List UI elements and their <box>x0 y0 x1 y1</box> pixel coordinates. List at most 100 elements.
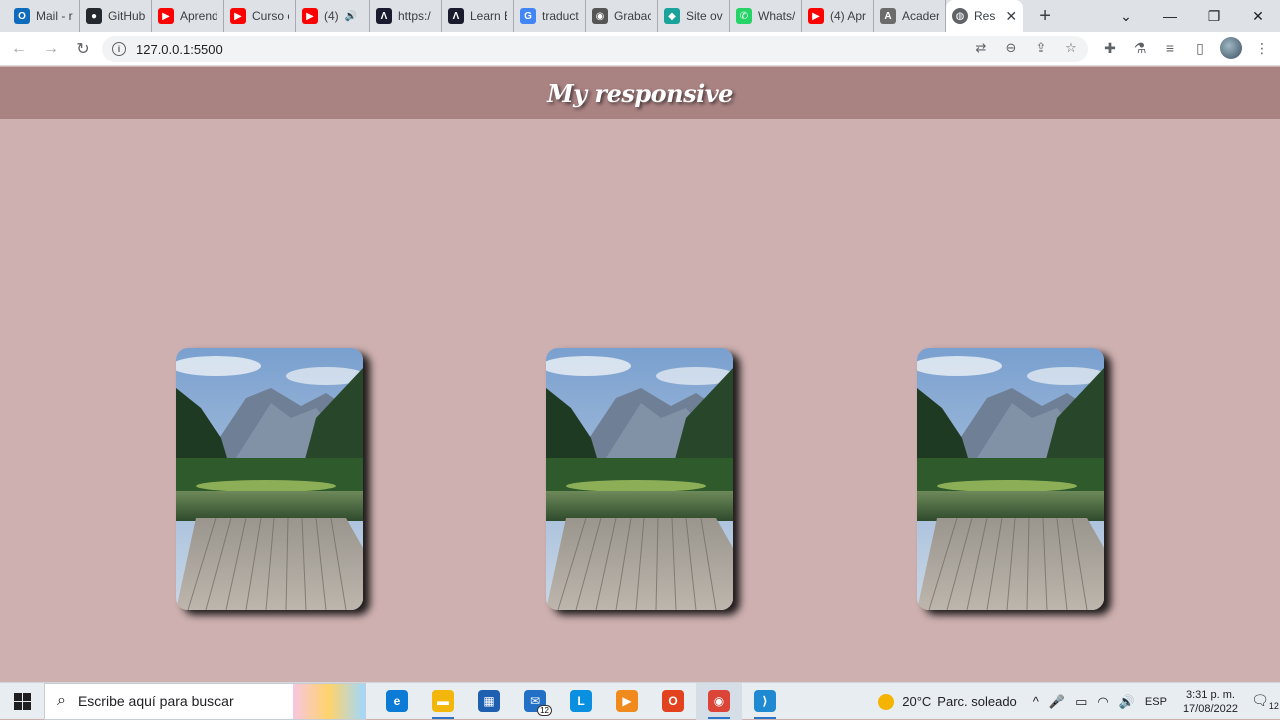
site-info-icon[interactable]: i <box>112 42 126 56</box>
new-tab-button[interactable]: + <box>1031 2 1059 30</box>
volume-icon[interactable]: 🔊 <box>1119 694 1135 710</box>
tab-title: Res <box>974 9 996 23</box>
tab-3[interactable]: ▶ Aprend <box>152 0 224 32</box>
tab-4[interactable]: ▶ Curso c <box>224 0 296 32</box>
toolbar-actions: ✚ ⚗ ≡ ▯ ⋮ <box>1100 37 1272 59</box>
tab-7[interactable]: Λ Learn E <box>442 0 514 32</box>
office-taskbar-button[interactable]: O <box>650 683 696 720</box>
page-title: My responsive <box>547 78 733 108</box>
clock-time: 3:31 p. m. <box>1186 688 1235 701</box>
edge-icon: e <box>386 690 408 712</box>
diamond-icon: ◆ <box>664 8 680 24</box>
reading-list-icon[interactable]: ≡ <box>1160 40 1180 56</box>
audio-playing-icon[interactable]: 🔊 <box>345 11 357 22</box>
l-app-icon: L <box>570 690 592 712</box>
tab-13[interactable]: A Acader <box>874 0 946 32</box>
address-bar[interactable]: i 127.0.0.1:5500 ⇄ ⊖ ⇪ ☆ <box>102 36 1088 62</box>
tab-title: https:/ <box>398 9 431 23</box>
tab-active[interactable]: ◍ Res ✕ <box>946 0 1024 32</box>
share-icon[interactable]: ⇪ <box>1032 40 1050 56</box>
tab-title: Site ov <box>686 9 723 23</box>
youtube-icon: ▶ <box>230 8 246 24</box>
tab-5[interactable]: ▶ (4) 🔊 <box>296 0 370 32</box>
edge-taskbar-button[interactable]: e <box>374 683 420 720</box>
side-panel-icon[interactable]: ▯ <box>1190 40 1210 57</box>
microphone-icon[interactable]: 🎤 <box>1049 694 1065 710</box>
search-placeholder: Escribe aquí para buscar <box>77 693 234 709</box>
github-icon: ● <box>86 8 102 24</box>
browser-toolbar: ← → ↻ i 127.0.0.1:5500 ⇄ ⊖ ⇪ ☆ ✚ ⚗ ≡ ▯ ⋮ <box>0 32 1280 66</box>
zoom-icon[interactable]: ⊖ <box>1002 40 1020 56</box>
minimize-icon[interactable]: — <box>1148 8 1192 24</box>
back-icon[interactable]: ← <box>4 40 34 58</box>
store-taskbar-button[interactable]: ▦ <box>466 683 512 720</box>
forward-icon[interactable]: → <box>36 40 66 58</box>
weather-widget[interactable]: 20°C Parc. soleado <box>878 693 1017 710</box>
tab-title: Aprend <box>180 9 217 23</box>
tab-1[interactable]: O Mail - r <box>8 0 80 32</box>
presentation-taskbar-button[interactable]: ▶ <box>604 683 650 720</box>
presentation-icon: ▶ <box>616 690 638 712</box>
star-icon[interactable]: ☆ <box>1062 40 1080 56</box>
start-button[interactable] <box>0 692 44 710</box>
tab-9[interactable]: ◉ Grabac <box>586 0 658 32</box>
codely-icon: Λ <box>448 8 464 24</box>
web-page: My responsive <box>0 67 1280 682</box>
chrome-taskbar-button[interactable]: ◉ <box>696 682 742 720</box>
search-icon: ⌕ <box>57 692 66 709</box>
tab-title: Acader <box>902 9 939 23</box>
chrome-icon: ◉ <box>708 690 730 712</box>
tab-title: Whats/ <box>758 9 795 23</box>
tab-11[interactable]: ✆ Whats/ <box>730 0 802 32</box>
landscape-card-2 <box>546 348 733 610</box>
search-highlight-image[interactable] <box>293 683 365 719</box>
system-tray: 20°C Parc. soleado ^ 🎤 ▭ ◠ 🔊 ESP 3:31 p. m. … <box>878 683 1280 720</box>
academy-icon: A <box>880 8 896 24</box>
reload-icon[interactable]: ↻ <box>68 39 98 59</box>
l-app-taskbar-button[interactable]: L <box>558 683 604 720</box>
taskbar-search[interactable]: ⌕ Escribe aquí para buscar <box>44 682 366 720</box>
menu-icon[interactable]: ⋮ <box>1252 40 1272 57</box>
battery-icon[interactable]: ▭ <box>1075 694 1087 710</box>
youtube-icon: ▶ <box>808 8 824 24</box>
clock-date: 17/08/2022 <box>1182 702 1238 715</box>
tab-title: Learn E <box>470 9 507 23</box>
vscode-icon: ⟩ <box>754 690 776 712</box>
landscape-card-1 <box>176 348 363 610</box>
address-url[interactable]: 127.0.0.1:5500 <box>136 42 223 57</box>
globe-icon: ◍ <box>952 8 968 24</box>
youtube-icon: ▶ <box>302 8 318 24</box>
tab-2[interactable]: ● GitHub <box>80 0 152 32</box>
taskbar-apps: e ▬ ▦ ✉ 12 L ▶ O ◉ ⟩ <box>374 682 788 720</box>
weather-temp: 20°C <box>902 694 932 709</box>
tab-8[interactable]: Gtraduct <box>514 0 586 32</box>
close-window-icon[interactable]: ✕ <box>1236 8 1280 25</box>
tab-12[interactable]: ▶ (4) Apr <box>802 0 874 32</box>
camera-icon: ◉ <box>592 8 608 24</box>
close-tab-icon[interactable]: ✕ <box>1005 8 1017 25</box>
language-indicator[interactable]: ESP <box>1145 696 1167 708</box>
show-hidden-icons-icon[interactable]: ^ <box>1033 694 1039 710</box>
notifications-count: 12 <box>1268 700 1279 711</box>
file-explorer-taskbar-button[interactable]: ▬ <box>420 683 466 720</box>
extensions-icon[interactable]: ✚ <box>1100 40 1120 57</box>
weather-label: Parc. soleado <box>937 694 1017 709</box>
window-controls: ⌄ — ❐ ✕ <box>1104 0 1280 32</box>
clock[interactable]: 3:31 p. m. 17/08/2022 <box>1183 688 1238 716</box>
landscape-card-3 <box>917 348 1104 610</box>
whatsapp-icon: ✆ <box>736 8 752 24</box>
tab-title: (4) <box>324 9 339 23</box>
windows-logo-icon <box>13 692 31 710</box>
profile-avatar[interactable] <box>1220 37 1242 59</box>
restore-icon[interactable]: ❐ <box>1192 8 1236 25</box>
translate-icon[interactable]: ⇄ <box>972 40 990 56</box>
tab-10[interactable]: ◆ Site ov <box>658 0 730 32</box>
lab-icon[interactable]: ⚗ <box>1130 40 1150 57</box>
mail-taskbar-button[interactable]: ✉ 12 <box>512 683 558 720</box>
tab-6[interactable]: Λhttps:/ <box>370 0 442 32</box>
tab-search-icon[interactable]: ⌄ <box>1104 8 1148 25</box>
wifi-icon[interactable]: ◠ <box>1097 694 1108 710</box>
vscode-taskbar-button[interactable]: ⟩ <box>742 683 788 720</box>
notifications-icon[interactable]: 🗨12 <box>1250 692 1280 711</box>
mail-badge: 12 <box>537 704 552 716</box>
